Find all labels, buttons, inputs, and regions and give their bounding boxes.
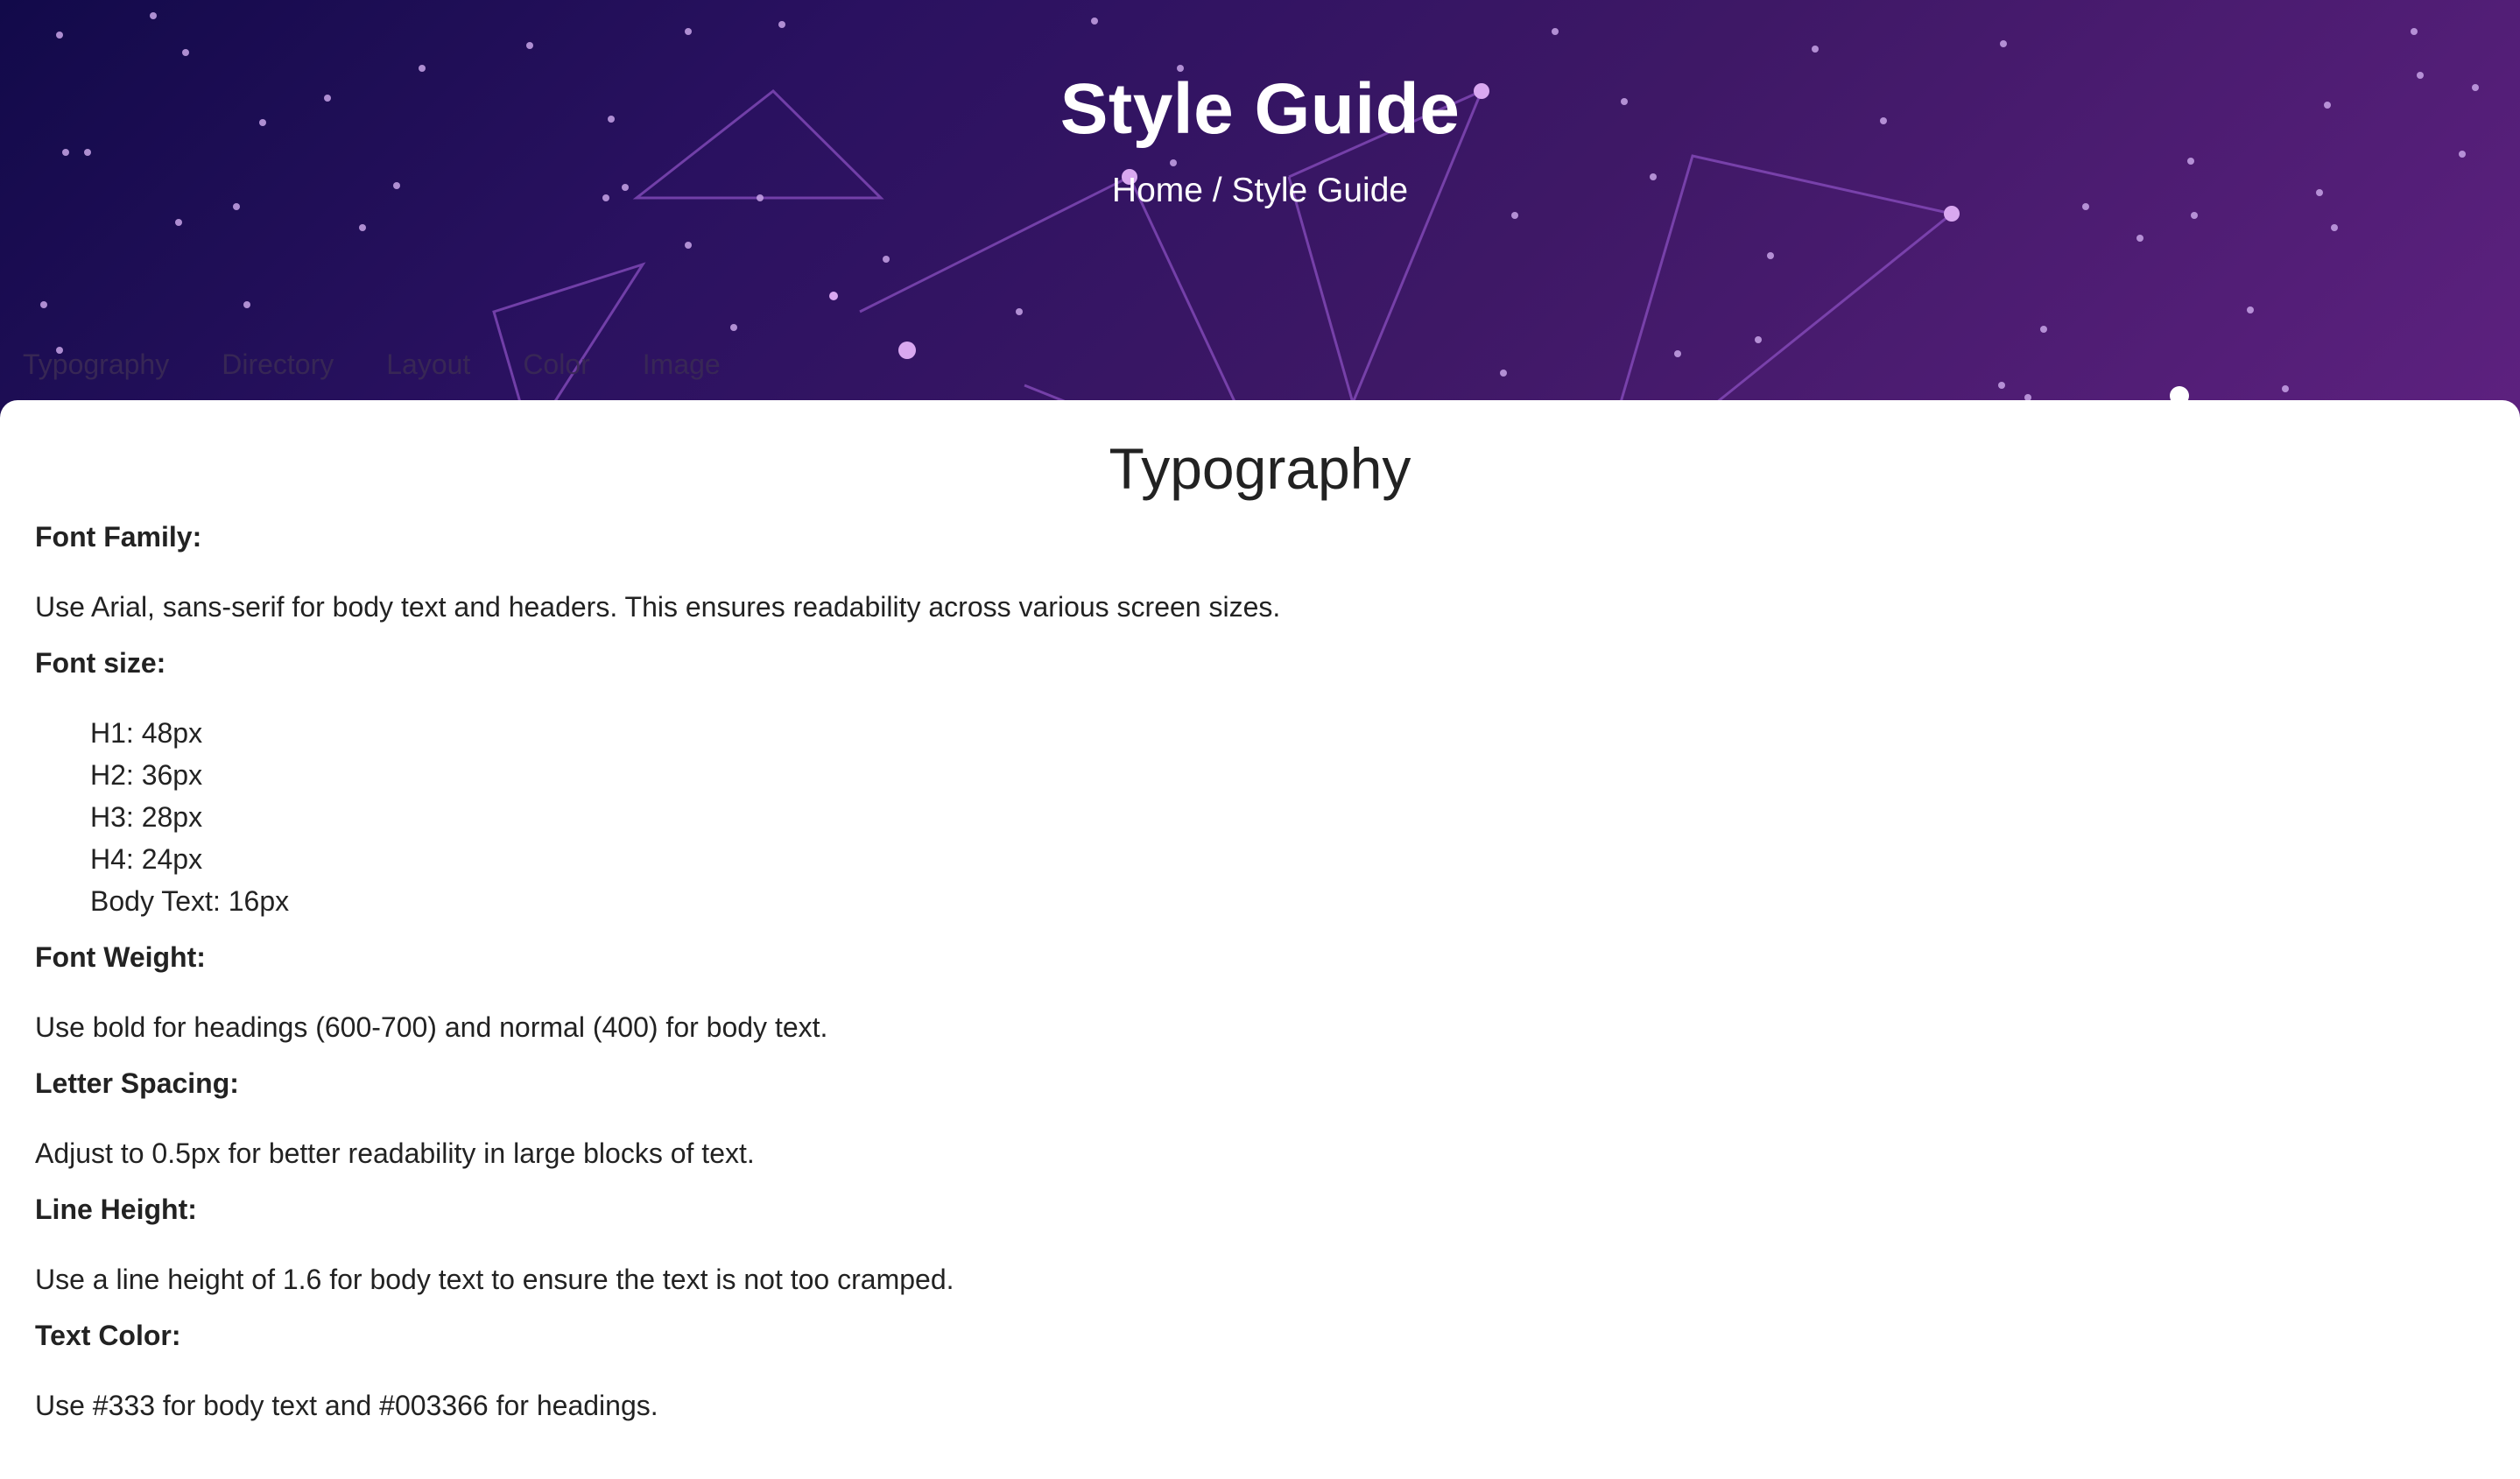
section-content: Font Family: Use Arial, sans-serif for b…	[0, 516, 2520, 1426]
nav-link-typography[interactable]: Typography	[23, 349, 169, 381]
font-weight-label: Font Weight:	[35, 941, 206, 973]
breadcrumb: Home / Style Guide	[0, 172, 2520, 210]
section-title: Typography	[1109, 436, 1411, 501]
nav-link-directory[interactable]: Directory	[222, 349, 334, 381]
breadcrumb-separator: /	[1202, 172, 1232, 209]
text-color-text: Use #333 for body text and #003366 for h…	[35, 1390, 658, 1421]
list-item: Body Text: 16px	[90, 885, 290, 917]
page-title: Style Guide	[1059, 69, 1461, 149]
line-height-text: Use a line height of 1.6 for body text t…	[35, 1264, 954, 1295]
letter-spacing-label: Letter Spacing:	[35, 1067, 239, 1099]
nav-link-color[interactable]: Color	[523, 349, 589, 381]
nav-link-layout[interactable]: Layout	[386, 349, 470, 381]
section-nav: Typography Directory Layout Color Image	[23, 349, 721, 381]
list-item: H4: 24px	[90, 843, 203, 875]
list-item: H2: 36px	[90, 759, 203, 791]
font-family-label: Font Family:	[35, 521, 202, 553]
nav-link-image[interactable]: Image	[643, 349, 721, 381]
letter-spacing-text: Adjust to 0.5px for better readability i…	[35, 1137, 755, 1169]
text-color-label: Text Color:	[35, 1320, 181, 1351]
breadcrumb-current: Style Guide	[1231, 172, 1409, 209]
font-size-label: Font size:	[35, 647, 166, 679]
font-size-list: H1: 48px H2: 36px H3: 28px H4: 24px Body…	[35, 712, 2485, 922]
font-weight-text: Use bold for headings (600-700) and norm…	[35, 1011, 828, 1043]
font-family-text: Use Arial, sans-serif for body text and …	[35, 591, 1281, 623]
hero-banner: Style Guide Home / Style Guide Typograph…	[0, 0, 2520, 420]
breadcrumb-home-link[interactable]: Home	[1112, 172, 1203, 209]
list-item: H1: 48px	[90, 717, 203, 749]
line-height-label: Line Height:	[35, 1194, 197, 1225]
list-item: H3: 28px	[90, 801, 203, 833]
typography-section: Typography Font Family: Use Arial, sans-…	[0, 400, 2520, 1479]
